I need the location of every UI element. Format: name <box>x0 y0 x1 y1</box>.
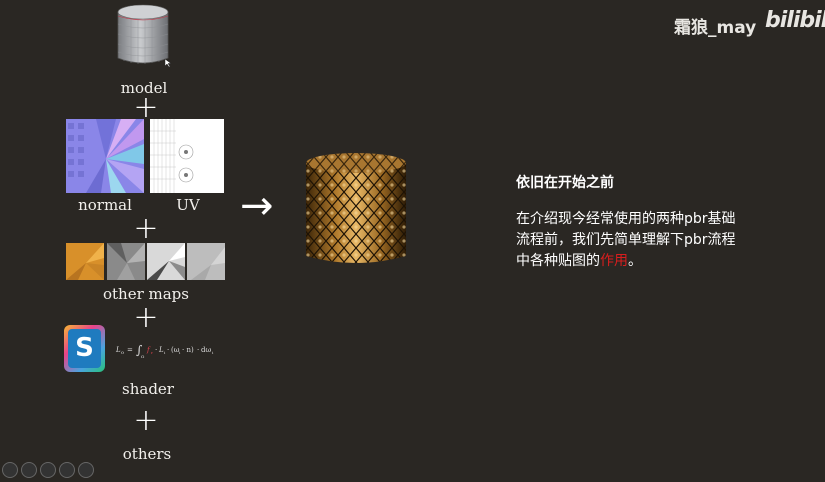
label-normal: normal <box>78 196 132 214</box>
bilibili-logo: bilibili <box>765 8 825 33</box>
plus-sign-4: + <box>133 403 159 438</box>
svg-text:=: = <box>127 346 133 354</box>
control-dot-5[interactable] <box>78 462 94 478</box>
control-dot-3[interactable] <box>40 462 56 478</box>
rendered-material-cylinder <box>306 153 406 263</box>
base-color-map-thumbnail <box>66 243 104 280</box>
svg-text:·: · <box>155 346 157 354</box>
control-dot-2[interactable] <box>21 462 37 478</box>
normal-map-thumbnail <box>66 119 144 193</box>
metallic-map-thumbnail <box>147 243 185 280</box>
svg-text:· n): · n) <box>182 346 194 354</box>
slide-paragraph: 在介绍现今经常使用的两种pbr基础流程前，我们先简单理解下pbr流程中各种贴图的… <box>516 209 746 272</box>
height-map-thumbnail <box>187 243 225 280</box>
svg-text:i: i <box>212 350 214 355</box>
paragraph-end-punctuation: 。 <box>628 253 642 269</box>
svg-text:·: · <box>197 346 199 354</box>
label-shader: shader <box>122 380 174 398</box>
svg-text:Ω: Ω <box>141 354 145 359</box>
shader-app-icon: S <box>64 325 105 372</box>
paragraph-highlight-text: 作用 <box>600 253 628 269</box>
plus-sign-3: + <box>133 300 159 335</box>
uploader-watermark: 霜狼_may <box>674 18 757 38</box>
control-dot-4[interactable] <box>59 462 75 478</box>
mouse-cursor-icon <box>164 58 172 68</box>
plus-sign-2: + <box>133 211 159 246</box>
rendering-equation: Lo = ∫Ω fr · Li · (ω i · n) · dω i <box>115 343 214 359</box>
svg-text:o: o <box>121 350 124 356</box>
roughness-map-thumbnail <box>107 243 145 280</box>
slide-heading: 依旧在开始之前 <box>516 175 614 191</box>
svg-text:i: i <box>164 350 166 355</box>
svg-text:dω: dω <box>201 346 211 354</box>
player-controls <box>2 462 97 482</box>
svg-text:r: r <box>151 350 153 355</box>
shader-icon-letter: S <box>68 329 101 368</box>
arrow-right-icon: → <box>240 183 274 229</box>
uv-map-thumbnail <box>150 119 224 193</box>
svg-text:i: i <box>179 350 181 355</box>
svg-text:·: · <box>167 346 169 354</box>
control-dot-1[interactable] <box>2 462 18 478</box>
label-uv: UV <box>176 196 200 214</box>
label-others: others <box>122 445 172 463</box>
